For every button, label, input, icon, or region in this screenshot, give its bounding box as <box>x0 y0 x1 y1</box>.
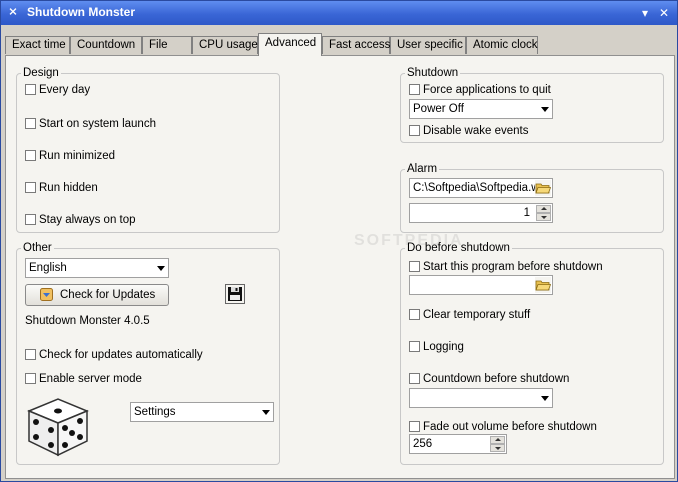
spin-down-icon[interactable] <box>536 213 551 221</box>
tab-advanced[interactable]: Advanced <box>258 33 322 56</box>
fade-volume-checkbox[interactable]: Fade out volume before shutdown <box>409 421 597 435</box>
tab-user-specific[interactable]: User specific <box>390 36 466 54</box>
spin-up-icon[interactable] <box>536 205 551 213</box>
alarm-group: Alarm C:\Softpedia\Softpedia.w 1 <box>400 163 664 233</box>
run-minimized-checkbox[interactable]: Run minimized <box>25 150 115 164</box>
alarm-file-input[interactable]: C:\Softpedia\Softpedia.w <box>409 178 553 198</box>
title-bar[interactable]: ⨯ Shutdown Monster ▾ ✕ <box>1 1 677 25</box>
start-program-label: Start this program before shutdown <box>423 261 603 273</box>
app-window: ⨯ Shutdown Monster ▾ ✕ Exact time Countd… <box>0 0 678 482</box>
program-path-input[interactable] <box>409 275 553 295</box>
chevron-down-icon <box>541 396 549 401</box>
language-value: English <box>29 262 67 274</box>
countdown-select[interactable] <box>409 388 553 408</box>
start-program-checkbox[interactable]: Start this program before shutdown <box>409 261 603 275</box>
update-icon <box>40 288 53 301</box>
disable-wake-label: Disable wake events <box>423 125 529 137</box>
alarm-count-spinner[interactable]: 1 <box>409 203 553 223</box>
force-quit-checkbox[interactable]: Force applications to quit <box>409 84 551 98</box>
tab-countdown[interactable]: Countdown <box>70 36 142 54</box>
before-shutdown-group: Do before shutdown Start this program be… <box>400 242 664 465</box>
dice-icon <box>27 398 89 457</box>
alarm-path-value: C:\Softpedia\Softpedia.w <box>413 182 540 194</box>
check-auto-checkbox[interactable]: Check for updates automatically <box>25 349 203 363</box>
every-day-checkbox[interactable]: Every day <box>25 84 90 98</box>
logging-checkbox[interactable]: Logging <box>409 341 464 355</box>
stay-on-top-checkbox[interactable]: Stay always on top <box>25 214 136 228</box>
close-icon[interactable]: ✕ <box>657 6 671 20</box>
watermark: SOFTPEDIA <box>354 232 464 249</box>
spin-up-icon[interactable] <box>490 436 505 444</box>
every-day-label: Every day <box>39 84 91 96</box>
server-mode-label: Enable server mode <box>39 373 142 385</box>
logging-label: Logging <box>423 341 464 353</box>
settings-select[interactable]: Settings <box>130 402 274 422</box>
tab-atomic-clock[interactable]: Atomic clock <box>466 36 538 54</box>
server-mode-checkbox[interactable]: Enable server mode <box>25 373 142 387</box>
volume-spinner[interactable]: 256 <box>409 434 507 454</box>
folder-open-icon[interactable] <box>535 180 551 196</box>
design-label: Design <box>21 67 61 79</box>
fade-volume-label: Fade out volume before shutdown <box>423 421 597 433</box>
tab-file[interactable]: File <box>142 36 192 54</box>
check-updates-label: Check for Updates <box>60 289 156 301</box>
volume-value: 256 <box>413 438 433 450</box>
shutdown-group: Shutdown Force applications to quit Powe… <box>400 67 664 143</box>
clear-temp-checkbox[interactable]: Clear temporary stuff <box>409 309 530 323</box>
save-icon[interactable] <box>225 284 245 304</box>
disable-wake-checkbox[interactable]: Disable wake events <box>409 125 528 139</box>
advanced-panel: Design Every day Start on system launch … <box>5 55 675 479</box>
spin-down-icon[interactable] <box>490 444 505 452</box>
run-minimized-label: Run minimized <box>39 150 116 162</box>
language-select[interactable]: English <box>25 258 169 278</box>
tab-exact-time[interactable]: Exact time <box>5 36 70 54</box>
run-hidden-label: Run hidden <box>39 182 98 194</box>
start-on-launch-checkbox[interactable]: Start on system launch <box>25 118 156 132</box>
folder-open-icon[interactable] <box>535 277 551 293</box>
countdown-checkbox[interactable]: Countdown before shutdown <box>409 373 569 387</box>
shutdown-mode-value: Power Off <box>413 103 464 115</box>
force-quit-label: Force applications to quit <box>423 84 551 96</box>
tab-cpu-usage[interactable]: CPU usage <box>192 36 258 54</box>
check-auto-label: Check for updates automatically <box>39 349 203 361</box>
design-group: Design Every day Start on system launch … <box>16 67 280 233</box>
app-icon: ⨯ <box>8 6 18 18</box>
shutdown-mode-select[interactable]: Power Off <box>409 99 553 119</box>
run-hidden-checkbox[interactable]: Run hidden <box>25 182 98 196</box>
tab-fast-access[interactable]: Fast access <box>322 36 390 54</box>
shutdown-label: Shutdown <box>405 67 461 79</box>
minimize-icon[interactable]: ▾ <box>638 6 652 20</box>
alarm-label: Alarm <box>405 163 440 175</box>
other-label: Other <box>21 242 54 254</box>
alarm-count-value: 1 <box>523 207 530 219</box>
countdown-label: Countdown before shutdown <box>423 373 570 385</box>
version-text: Shutdown Monster 4.0.5 <box>25 315 150 327</box>
other-group: Other English Check for Updates Shutdown… <box>16 242 280 465</box>
chevron-down-icon <box>262 410 270 415</box>
start-on-launch-label: Start on system launch <box>39 118 156 130</box>
stay-on-top-label: Stay always on top <box>39 214 136 226</box>
chevron-down-icon <box>541 107 549 112</box>
settings-value: Settings <box>134 406 176 418</box>
chevron-down-icon <box>157 266 165 271</box>
check-updates-button[interactable]: Check for Updates <box>25 284 169 306</box>
clear-temp-label: Clear temporary stuff <box>423 309 531 321</box>
window-title: Shutdown Monster <box>27 5 135 19</box>
